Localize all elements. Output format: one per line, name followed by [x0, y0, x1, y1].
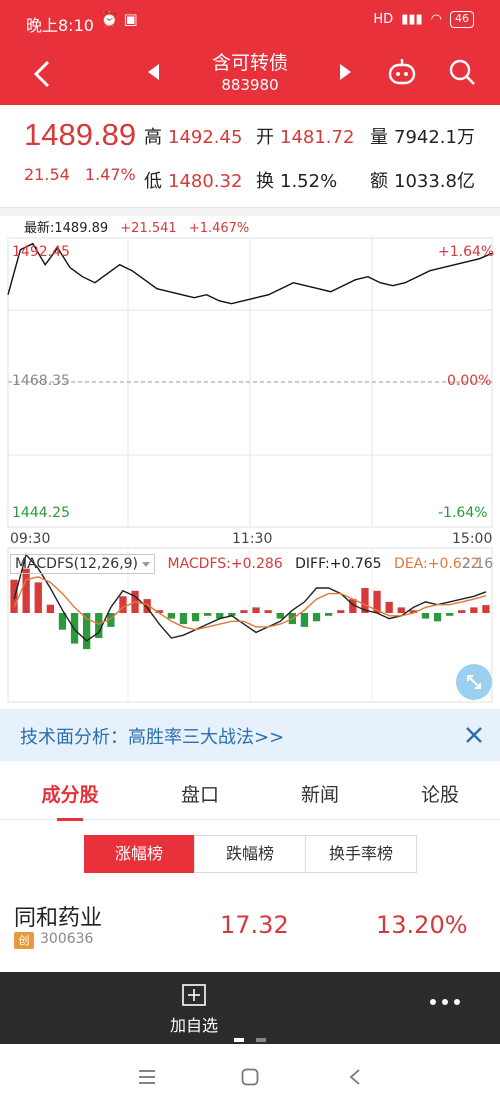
macdfs-bar — [482, 605, 490, 613]
macdfs-bar — [337, 610, 345, 613]
macdfs-bar — [312, 613, 321, 622]
macdfs-bar — [240, 610, 248, 613]
tab-constituents[interactable]: 成分股 — [20, 780, 120, 807]
pager-dot-active — [234, 1038, 244, 1042]
add-icon — [182, 984, 206, 1006]
content-tabs: 成分股 盘口 新闻 论股 — [0, 766, 500, 821]
expand-icon — [467, 675, 481, 689]
segment-gainers[interactable]: 涨幅榜 — [84, 835, 194, 873]
macdfs-bar — [191, 613, 200, 622]
macdfs-bar — [385, 601, 393, 613]
y-label-mid: 1468.35 — [12, 373, 70, 389]
indicator-selector-label: MACDFS(12,26,9) — [15, 556, 139, 572]
tab-orderbook[interactable]: 盘口 — [150, 780, 250, 807]
more-icon[interactable] — [428, 992, 462, 1012]
macdfs-bar — [46, 604, 54, 613]
macdfs-bar — [204, 613, 212, 616]
stock-change-pct: 13.20% — [376, 911, 468, 939]
close-icon[interactable] — [462, 723, 486, 747]
stock-name: 同和药业 — [14, 906, 103, 931]
macdfs-bar — [10, 579, 18, 613]
pct-label-top: +1.64% — [438, 244, 495, 260]
tab-news[interactable]: 新闻 — [270, 780, 370, 807]
menu-icon[interactable] — [138, 1069, 156, 1085]
macdfs-bar — [421, 613, 430, 619]
time-label-end: 15:00 — [452, 531, 493, 547]
macd-legend: MACDFS(12,26,9) MACDFS:+0.286 DIFF:+0.76… — [10, 554, 480, 574]
expand-chart-button[interactable] — [456, 664, 492, 700]
intraday-and-macd-chart[interactable] — [0, 0, 500, 709]
indicator-selector[interactable]: MACDFS(12,26,9) — [10, 554, 156, 574]
time-label-mid: 11:30 — [232, 531, 273, 547]
stock-code: 300636 — [40, 931, 94, 947]
macdfs-bar — [264, 610, 272, 613]
macdfs-bar — [470, 607, 478, 613]
pct-label-mid: 0.00% — [447, 373, 492, 389]
tab-underline — [57, 818, 83, 821]
pager-dot — [256, 1038, 266, 1042]
pct-label-bottom: -1.64% — [438, 505, 488, 521]
time-label-start: 09:30 — [10, 531, 51, 547]
macdfs-bar — [167, 613, 175, 619]
macdfs-bar — [300, 613, 309, 627]
macdfs-bar — [433, 613, 442, 622]
y-label-bottom: 1444.25 — [12, 505, 70, 521]
macdfs-bar — [397, 607, 405, 613]
diff-value: DIFF:+0.765 — [295, 556, 382, 572]
macdfs-bar — [325, 613, 333, 616]
analysis-banner[interactable]: 技术面分析：高胜率三大战法>> — [0, 709, 500, 761]
macdfs-value: MACDFS:+0.286 — [167, 556, 283, 572]
macdfs-bar — [446, 613, 454, 616]
back-nav-icon[interactable] — [348, 1068, 362, 1086]
add-watchlist-label: 加自选 — [169, 1016, 218, 1035]
tab-discussion[interactable]: 论股 — [390, 780, 490, 807]
macdfs-bar — [252, 607, 260, 613]
macdfs-bar — [458, 610, 466, 613]
bottom-action-bar: 加自选 — [0, 972, 500, 1044]
stock-price: 17.32 — [220, 911, 289, 939]
macdfs-bar — [276, 613, 284, 619]
segment-turnover[interactable]: 换手率榜 — [305, 835, 417, 873]
system-nav-bar — [0, 1044, 500, 1111]
macdfs-bar — [179, 613, 188, 625]
chevron-down-icon — [142, 561, 151, 567]
y-label-top: 1492.45 — [12, 244, 70, 260]
macd-y-top: 2.16 — [462, 556, 494, 572]
board-tag: 创 — [14, 932, 34, 949]
banner-text[interactable]: 技术面分析：高胜率三大战法>> — [20, 723, 284, 749]
segment-losers[interactable]: 跌幅榜 — [194, 835, 306, 873]
macdfs-bar — [22, 568, 30, 613]
home-icon[interactable] — [241, 1068, 259, 1086]
macdfs-bar — [34, 582, 42, 613]
